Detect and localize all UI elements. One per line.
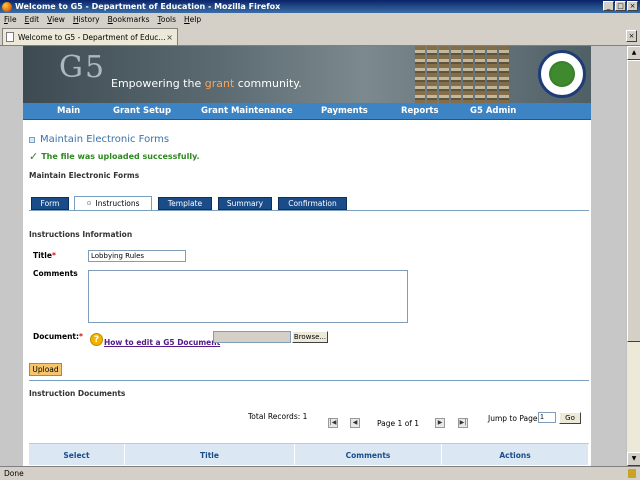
status-text: Done [4,469,24,478]
tab-divider [29,210,589,211]
col-actions[interactable]: Actions [442,444,589,466]
title-input[interactable] [88,250,186,262]
scroll-up-icon[interactable]: ▲ [627,46,640,60]
section-title: Maintain Electronic Forms [29,171,140,180]
browse-button[interactable]: Browse... [292,331,328,343]
total-records: Total Records: 1 [248,412,308,421]
help-link[interactable]: How to edit a G5 Document [104,338,220,347]
banner-tagline: Empowering the grant community. [111,77,302,90]
document-label: Document:* [33,332,83,341]
page-title: Maintain Electronic Forms [29,134,169,145]
tab-close-icon[interactable]: × [166,33,173,42]
upload-button[interactable]: Upload [29,363,62,376]
lock-icon [628,469,636,478]
browser-viewport: G5 Empowering the grant community. Main … [0,46,640,466]
site-banner: G5 Empowering the grant community. [23,46,591,103]
nav-payments[interactable]: Payments [321,106,368,116]
title-label: Title* [33,251,56,260]
vertical-scrollbar[interactable]: ▲ ▼ [626,46,640,466]
firefox-icon [2,1,12,12]
window-titlebar: Welcome to G5 - Department of Education … [0,0,640,13]
minimize-icon[interactable]: _ [603,1,614,11]
page-info: Page 1 of 1 [377,419,420,428]
menu-view[interactable]: View [43,15,69,24]
department-seal-icon [538,50,586,98]
next-page-icon[interactable]: ▶ [435,418,445,428]
web-page: G5 Empowering the grant community. Main … [23,46,591,466]
tab-template[interactable]: Template [158,197,212,210]
nav-grant-maintenance[interactable]: Grant Maintenance [201,106,293,116]
col-title[interactable]: Title [125,444,295,466]
window-controls: _ □ × [603,1,638,11]
section-divider [29,380,589,381]
menu-file[interactable]: File [0,15,21,24]
document-file-input[interactable] [213,331,291,343]
menu-tools[interactable]: Tools [154,15,180,24]
tab-active-icon: ⊙ [86,200,92,207]
menu-bookmarks[interactable]: Bookmarks [104,15,154,24]
nav-main[interactable]: Main [57,106,80,116]
first-page-icon[interactable]: |◀ [328,418,338,428]
close-icon[interactable]: × [627,1,638,11]
comments-textarea[interactable] [88,270,408,323]
jump-label: Jump to Page [488,414,538,423]
page-icon [6,32,14,42]
instruction-docs-heading: Instruction Documents [29,389,126,398]
instructions-heading: Instructions Information [29,230,133,239]
browser-tab-label: Welcome to G5 - Department of Educ... [18,32,166,42]
jump-page-input[interactable] [538,412,556,423]
comments-label: Comments [33,269,78,278]
nav-reports[interactable]: Reports [401,106,439,116]
go-button[interactable]: Go [559,412,581,424]
col-select[interactable]: Select [29,444,125,466]
tab-confirmation[interactable]: Confirmation [278,197,347,210]
g5-logo: G5 [59,50,107,85]
scroll-down-icon[interactable]: ▼ [627,452,640,466]
browser-tab[interactable]: Welcome to G5 - Department of Educ... × [2,28,178,45]
success-message: ✓ The file was uploaded successfully. [29,150,200,163]
prev-page-icon[interactable]: ◀ [350,418,360,428]
bullet-icon [29,136,35,143]
nav-g5-admin[interactable]: G5 Admin [470,106,516,116]
help-icon[interactable]: ? [90,333,103,346]
menubar: File Edit View History Bookmarks Tools H… [0,13,640,26]
scroll-thumb[interactable] [627,60,640,342]
window-title: Welcome to G5 - Department of Education … [15,2,281,11]
col-comments[interactable]: Comments [295,444,442,466]
tab-instructions[interactable]: ⊙ Instructions [74,196,152,211]
tab-summary[interactable]: Summary [218,197,272,210]
menu-history[interactable]: History [69,15,104,24]
maximize-icon[interactable]: □ [615,1,626,11]
menu-help[interactable]: Help [180,15,205,24]
tab-form[interactable]: Form [31,197,69,210]
main-nav: Main Grant Setup Grant Maintenance Payme… [23,103,591,120]
menu-edit[interactable]: Edit [21,15,44,24]
nav-grant-setup[interactable]: Grant Setup [113,106,171,116]
check-icon: ✓ [29,150,39,163]
statusbar: Done [0,466,640,480]
last-page-icon[interactable]: ▶| [458,418,468,428]
browser-tabstrip: Welcome to G5 - Department of Educ... × … [0,26,640,46]
tab-list-icon[interactable]: × [626,30,637,42]
grid-header: Select Title Comments Actions [29,443,589,466]
